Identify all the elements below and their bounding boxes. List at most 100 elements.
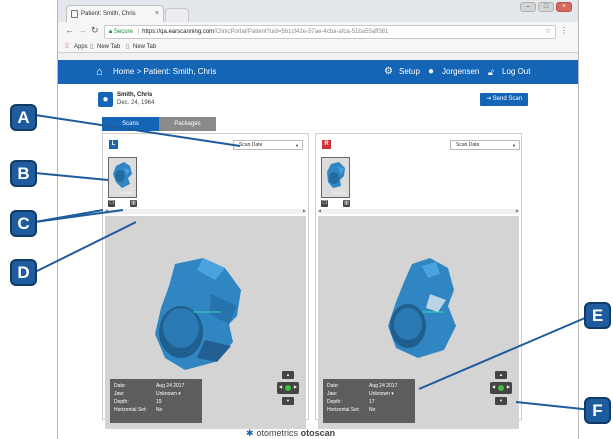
logout-link[interactable]: Log Out xyxy=(502,60,530,84)
info-jaw-select[interactable]: Unknown ▾ xyxy=(156,390,181,398)
footer-product: otoscan xyxy=(300,428,336,438)
sort-select-right[interactable]: Scan Date ▼ xyxy=(450,140,520,150)
scroll-right-icon[interactable]: ▶ xyxy=(516,208,519,213)
rotate-down-icon[interactable]: ▼ xyxy=(495,397,507,405)
callout-e: E xyxy=(584,302,611,329)
chevron-down-icon: ▾ xyxy=(391,391,394,397)
rotate-left-icon[interactable]: ◀ xyxy=(492,384,495,389)
rotate-horizontal-control: ◀ ▶ xyxy=(490,382,512,394)
ear-scan-thumbnail-image xyxy=(113,162,132,188)
ear-scan-3d-model xyxy=(155,258,241,370)
apps-icon: ⁞⁞ xyxy=(65,43,69,50)
reload-icon[interactable]: ↻ xyxy=(91,25,99,36)
trash-icon[interactable]: ▥ xyxy=(130,200,137,207)
copy-icon[interactable]: ❐ xyxy=(108,200,115,207)
info-date-label: Date: xyxy=(114,383,126,389)
scan-3d-viewer-right[interactable]: Date: Aug 24 2017 Jaw: Unknown ▾ Depth: 17 … xyxy=(318,216,519,429)
info-date-label: Date: xyxy=(327,383,339,389)
ear-scan-thumbnail-image xyxy=(327,162,345,188)
sort-select-value: Scan Date xyxy=(456,142,480,148)
info-depth-label: Depth: xyxy=(114,399,129,405)
sort-select-left[interactable]: Scan Date ▼ xyxy=(233,140,303,150)
minimize-icon[interactable]: – xyxy=(520,2,536,12)
otometrics-logo-icon: ✱ xyxy=(246,428,254,438)
browser-menu-icon[interactable]: ⋮ xyxy=(560,26,568,35)
bookmarks-bar: ⁞⁞ Apps ▯ New Tab ▯ New Tab xyxy=(58,41,578,53)
breadcrumb[interactable]: Home > Patient: Smith, Chris xyxy=(113,60,216,84)
right-side-badge: R xyxy=(322,140,331,149)
rotate-up-icon[interactable]: ▲ xyxy=(495,371,507,379)
user-link[interactable]: Jorgensen xyxy=(442,60,479,84)
lock-icon[interactable]: 🔓︎ xyxy=(488,60,494,84)
user-icon[interactable]: ● xyxy=(428,60,434,84)
rotate-left-icon[interactable]: ◀ xyxy=(279,384,282,389)
scan-thumbnail-left[interactable]: 24/2402 xyxy=(108,157,137,198)
left-ear-panel: L Scan Date ▼ 24/2402 ❐ ▥ ◀ ▶ Date: Aug … xyxy=(102,133,309,429)
tab-strip: Patient: Smith, Chris × – □ × xyxy=(58,0,578,22)
callout-b: B xyxy=(10,160,37,187)
send-scan-button[interactable]: ⇥ Send Scan xyxy=(480,93,528,106)
rotate-up-icon[interactable]: ▲ xyxy=(282,371,294,379)
forward-arrow-icon[interactable]: → xyxy=(78,25,87,35)
chevron-down-icon: ▼ xyxy=(512,143,516,148)
tab-packages[interactable]: Packages xyxy=(159,117,216,131)
home-icon[interactable]: ⌂ xyxy=(96,60,103,84)
rotate-right-icon[interactable]: ▶ xyxy=(507,384,510,389)
trash-icon[interactable]: ▥ xyxy=(343,200,350,207)
chevron-down-icon: ▼ xyxy=(295,143,299,148)
bookmark-apps[interactable]: Apps xyxy=(74,41,88,53)
footer-logo: ✱ otometrics otoscan xyxy=(246,428,396,439)
send-scan-label: Send Scan xyxy=(492,96,523,102)
view-navigation-pad-right: ▲ ◀ ▶ ▼ xyxy=(490,371,512,405)
maximize-icon[interactable]: □ xyxy=(538,2,554,12)
browser-window: Patient: Smith, Chris × – □ × ← → ↻ 🔒︎ S… xyxy=(57,0,579,439)
setup-link[interactable]: Setup xyxy=(399,60,420,84)
left-side-badge: L xyxy=(109,140,118,149)
chevron-down-icon: ▾ xyxy=(178,391,181,397)
address-separator: | xyxy=(137,29,140,35)
scroll-left-icon[interactable]: ◀ xyxy=(105,208,108,213)
rotate-right-icon[interactable]: ▶ xyxy=(294,384,297,389)
close-window-icon[interactable]: × xyxy=(556,2,572,12)
back-arrow-icon[interactable]: ← xyxy=(65,25,74,35)
bookmark-new-tab-2[interactable]: New Tab xyxy=(133,41,156,53)
scan-thumbnail-right[interactable]: 24/2410 xyxy=(321,157,350,198)
thumbnail-scrollbar[interactable]: ◀ ▶ xyxy=(105,208,306,214)
address-bar[interactable]: 🔒︎ Secure | https://qa.earscanning.com/Cl… xyxy=(104,25,556,39)
gear-icon[interactable]: ⚙ xyxy=(384,60,393,84)
scan-3d-viewer-left[interactable]: Date: Aug 24 2017 Jaw: Unknown ▾ Depth: 19 … xyxy=(105,216,306,429)
secure-lock-icon: 🔒︎ xyxy=(109,29,113,35)
scan-info-box-left: Date: Aug 24 2017 Jaw: Unknown ▾ Depth: 19 … xyxy=(110,379,202,423)
info-hset-value: No xyxy=(156,407,163,413)
info-depth-value: 19 xyxy=(156,399,162,405)
scroll-left-icon[interactable]: ◀ xyxy=(318,208,321,213)
browser-tab-patient[interactable]: Patient: Smith, Chris × xyxy=(66,5,164,22)
address-host: https://qa.earscanning.com xyxy=(142,29,215,35)
sort-select-value: Scan Date xyxy=(239,142,263,148)
close-tab-icon[interactable]: × xyxy=(155,6,159,22)
new-tab-button[interactable] xyxy=(165,8,189,22)
bookmark-new-tab-1[interactable]: New Tab xyxy=(97,41,120,53)
info-jaw-select[interactable]: Unknown ▾ xyxy=(369,390,394,398)
copy-icon[interactable]: ❐ xyxy=(321,200,328,207)
info-hset-label: Horizontal Set: xyxy=(327,407,360,413)
address-row: ← → ↻ 🔒︎ Secure | https://qa.earscanning.… xyxy=(58,22,578,41)
thumbnail-label: 24/2410 xyxy=(332,190,347,195)
center-view-icon[interactable] xyxy=(285,385,291,391)
scroll-right-icon[interactable]: ▶ xyxy=(303,208,306,213)
bookmark-star-icon[interactable]: ☆ xyxy=(545,27,551,35)
rotate-down-icon[interactable]: ▼ xyxy=(282,397,294,405)
page-icon xyxy=(71,10,78,18)
annotated-screenshot: Patient: Smith, Chris × – □ × ← → ↻ 🔒︎ S… xyxy=(0,0,613,439)
info-jaw-label: Jaw: xyxy=(327,391,338,397)
page-content: ● Smith, Chris Dec. 24, 1964 ⇥ Send Scan… xyxy=(58,84,578,439)
center-view-icon[interactable] xyxy=(498,385,504,391)
send-icon: ⇥ xyxy=(485,96,493,102)
callout-c: C xyxy=(10,210,37,237)
patient-name: Smith, Chris xyxy=(117,92,153,98)
app-header: ⌂ Home > Patient: Smith, Chris ⚙ Setup ●… xyxy=(58,60,578,84)
right-ear-panel: R Scan Date ▼ 24/2410 ❐ ▥ ◀ ▶ Date: Aug … xyxy=(315,133,522,429)
tab-scans[interactable]: Scans xyxy=(102,117,159,131)
thumbnail-scrollbar[interactable]: ◀ ▶ xyxy=(318,208,519,214)
info-jaw-value: Unknown xyxy=(156,391,177,397)
